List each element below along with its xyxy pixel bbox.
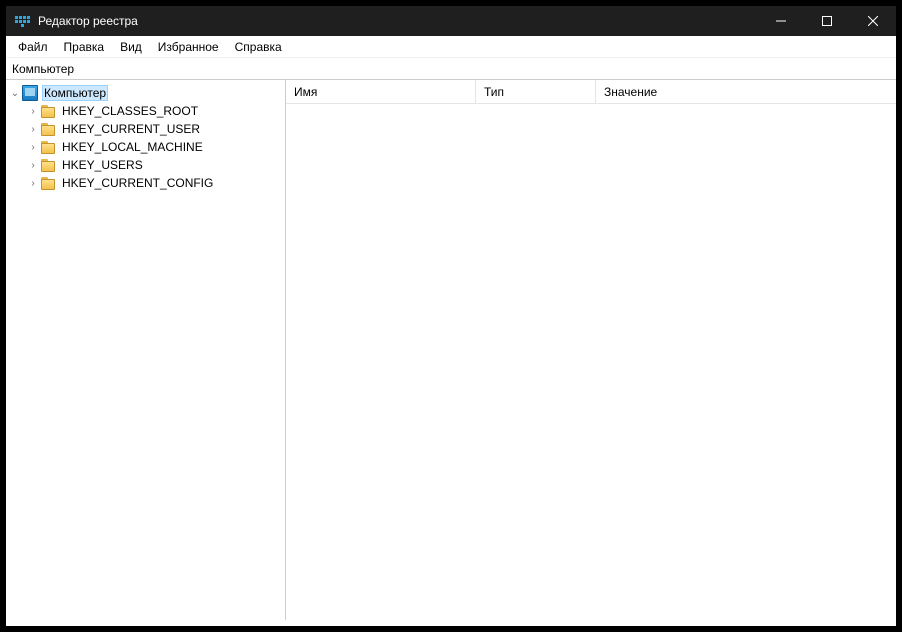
menu-favorites[interactable]: Избранное [150,38,227,56]
menu-edit[interactable]: Правка [56,38,113,56]
computer-icon [22,85,38,101]
folder-icon [40,103,56,119]
tree-hive-classes-root[interactable]: › HKEY_CLASSES_ROOT [26,102,283,120]
tree-label: HKEY_CURRENT_USER [60,122,202,136]
chevron-right-icon[interactable]: › [26,106,40,117]
column-header-name[interactable]: Имя [286,80,476,103]
tree-hive-users[interactable]: › HKEY_USERS [26,156,283,174]
registry-editor-window: Редактор реестра Файл Правка Вид Избранн… [6,6,896,626]
folder-icon [40,175,56,191]
menu-help[interactable]: Справка [227,38,290,56]
close-button[interactable] [850,6,896,36]
tree-label: HKEY_CURRENT_CONFIG [60,176,215,190]
tree-label: HKEY_USERS [60,158,145,172]
folder-icon [40,139,56,155]
tree-root-children: › HKEY_CLASSES_ROOT › HKEY_CURRENT_USER … [8,102,283,192]
chevron-down-icon[interactable]: ⌄ [8,88,22,99]
minimize-button[interactable] [758,6,804,36]
tree-root-computer[interactable]: ⌄ Компьютер [8,84,283,102]
tree-hive-local-machine[interactable]: › HKEY_LOCAL_MACHINE [26,138,283,156]
column-header-type[interactable]: Тип [476,80,596,103]
menubar: Файл Правка Вид Избранное Справка [6,36,896,58]
content-area: ⌄ Компьютер › HKEY_CLASSES_ROOT › HKEY_C… [6,80,896,620]
tree-label: HKEY_CLASSES_ROOT [60,104,200,118]
tree-hive-current-config[interactable]: › HKEY_CURRENT_CONFIG [26,174,283,192]
chevron-right-icon[interactable]: › [26,142,40,153]
list-header: Имя Тип Значение [286,80,896,104]
addressbar[interactable]: Компьютер [6,58,896,80]
chevron-right-icon[interactable]: › [26,124,40,135]
column-header-value[interactable]: Значение [596,80,896,103]
folder-icon [40,121,56,137]
list-body[interactable] [286,104,896,620]
menu-view[interactable]: Вид [112,38,150,56]
tree-pane[interactable]: ⌄ Компьютер › HKEY_CLASSES_ROOT › HKEY_C… [6,80,286,620]
tree-hive-current-user[interactable]: › HKEY_CURRENT_USER [26,120,283,138]
statusbar [6,620,896,626]
address-path: Компьютер [12,62,74,76]
chevron-right-icon[interactable]: › [26,178,40,189]
chevron-right-icon[interactable]: › [26,160,40,171]
tree-label: Компьютер [42,85,108,101]
folder-icon [40,157,56,173]
registry-app-icon [14,13,30,29]
maximize-button[interactable] [804,6,850,36]
menu-file[interactable]: Файл [10,38,56,56]
window-title: Редактор реестра [38,14,138,28]
list-pane: Имя Тип Значение [286,80,896,620]
titlebar[interactable]: Редактор реестра [6,6,896,36]
tree-label: HKEY_LOCAL_MACHINE [60,140,205,154]
